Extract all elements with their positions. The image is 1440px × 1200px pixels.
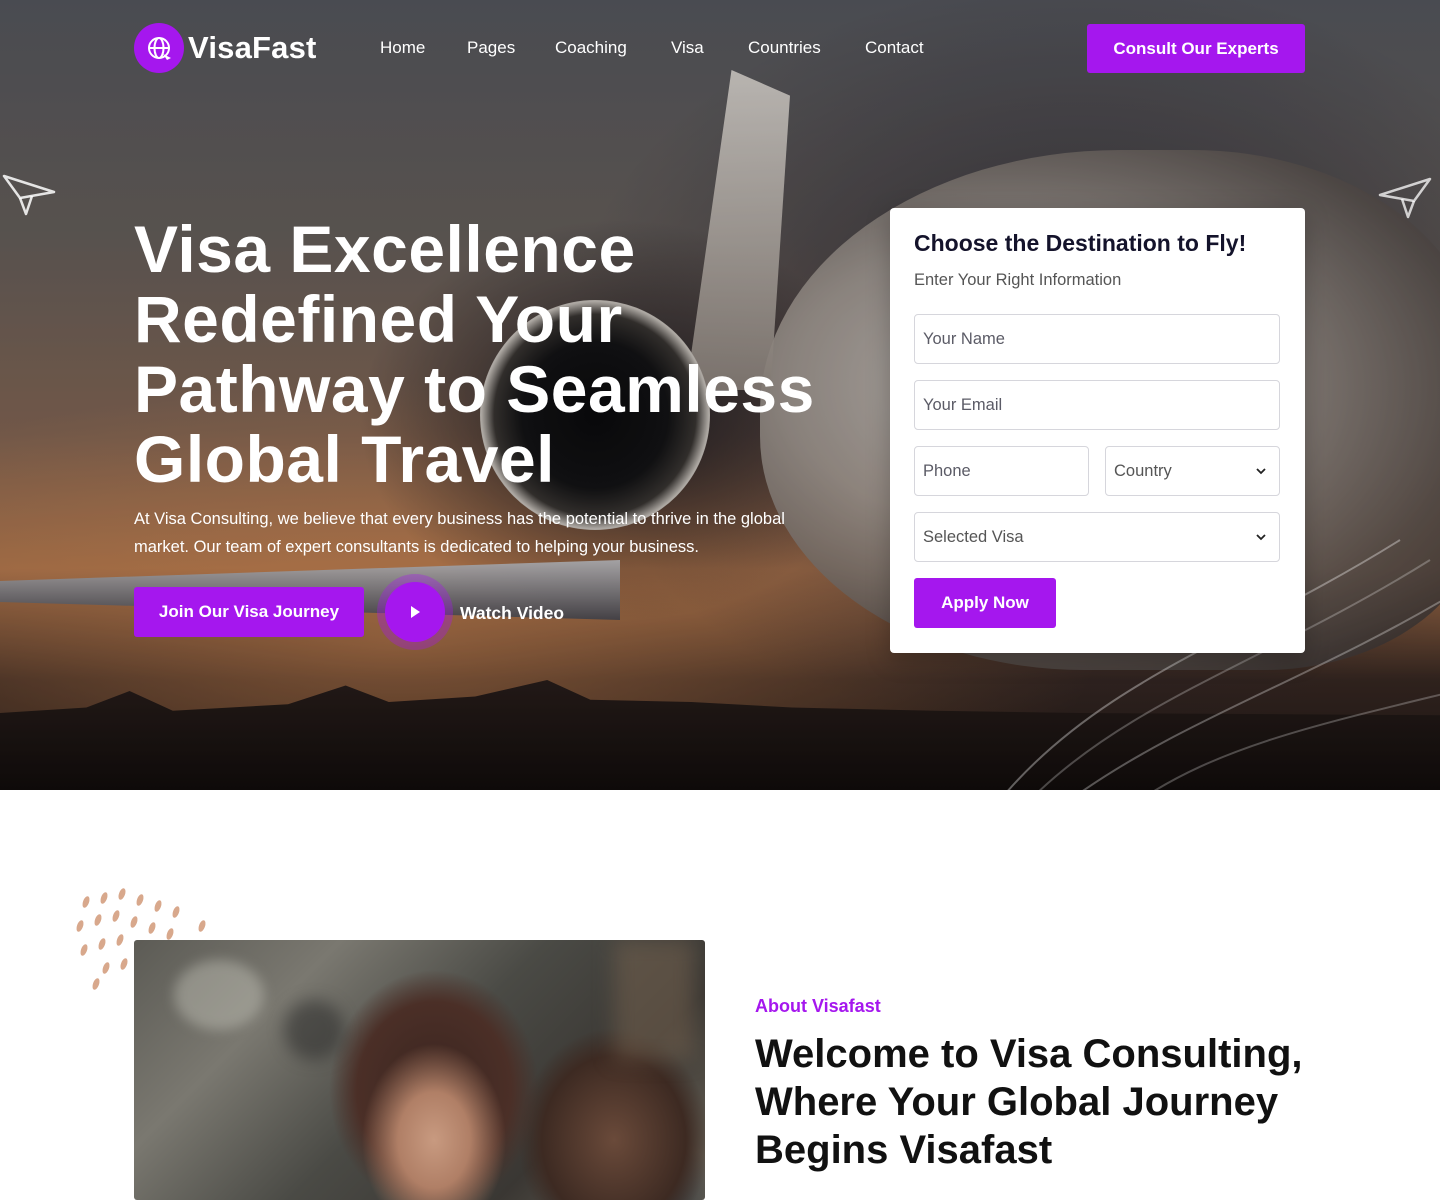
play-video-button[interactable] bbox=[385, 582, 445, 642]
phone-input[interactable] bbox=[923, 447, 1080, 495]
apply-now-button[interactable]: Apply Now bbox=[914, 578, 1056, 628]
about-photo bbox=[134, 940, 705, 1200]
country-select[interactable]: Country bbox=[1105, 446, 1280, 496]
photo-bokeh bbox=[174, 960, 264, 1030]
form-title: Choose the Destination to Fly! bbox=[914, 230, 1247, 256]
name-field[interactable] bbox=[914, 314, 1280, 364]
about-kicker: About Visafast bbox=[755, 996, 881, 1016]
destination-form: Choose the Destination to Fly! Enter You… bbox=[890, 208, 1305, 653]
email-field[interactable] bbox=[914, 380, 1280, 430]
hero-description: At Visa Consulting, we believe that ever… bbox=[134, 510, 785, 556]
brand-name: VisaFast bbox=[188, 30, 317, 65]
nav-item-coaching[interactable]: Coaching bbox=[555, 38, 627, 58]
email-input[interactable] bbox=[923, 381, 1271, 429]
chevron-down-icon bbox=[1256, 534, 1266, 541]
nav-item-contact[interactable]: Contact bbox=[865, 38, 924, 58]
hero-section: VisaFast Home Pages Coaching Visa Countr… bbox=[0, 0, 1440, 790]
form-subtitle: Enter Your Right Information bbox=[914, 271, 1122, 289]
phone-field[interactable] bbox=[914, 446, 1089, 496]
globe-plane-icon bbox=[134, 23, 184, 73]
country-select-value: Country bbox=[1114, 461, 1172, 480]
photo-bokeh bbox=[614, 940, 694, 1060]
play-icon bbox=[411, 606, 420, 618]
name-input[interactable] bbox=[923, 315, 1271, 363]
visa-select[interactable]: Selected Visa bbox=[914, 512, 1280, 562]
nav-item-visa[interactable]: Visa bbox=[671, 38, 704, 58]
visa-select-value: Selected Visa bbox=[923, 527, 1024, 546]
nav-item-pages[interactable]: Pages bbox=[467, 38, 515, 58]
paper-plane-icon bbox=[1378, 177, 1432, 219]
photo-bokeh bbox=[284, 1000, 344, 1060]
watch-video-link[interactable]: Watch Video bbox=[460, 603, 564, 624]
paper-plane-icon bbox=[2, 174, 56, 216]
about-title: Welcome to Visa Consulting, Where Your G… bbox=[755, 1032, 1303, 1172]
brand-logo[interactable]: VisaFast bbox=[134, 23, 317, 73]
hero-title: Visa Excellence Redefined Your Pathway t… bbox=[134, 212, 815, 496]
chevron-down-icon bbox=[1256, 468, 1266, 475]
join-visa-journey-button[interactable]: Join Our Visa Journey bbox=[134, 587, 364, 637]
consult-experts-button[interactable]: Consult Our Experts bbox=[1087, 24, 1305, 73]
nav-item-home[interactable]: Home bbox=[380, 38, 425, 58]
nav-item-countries[interactable]: Countries bbox=[748, 38, 821, 58]
